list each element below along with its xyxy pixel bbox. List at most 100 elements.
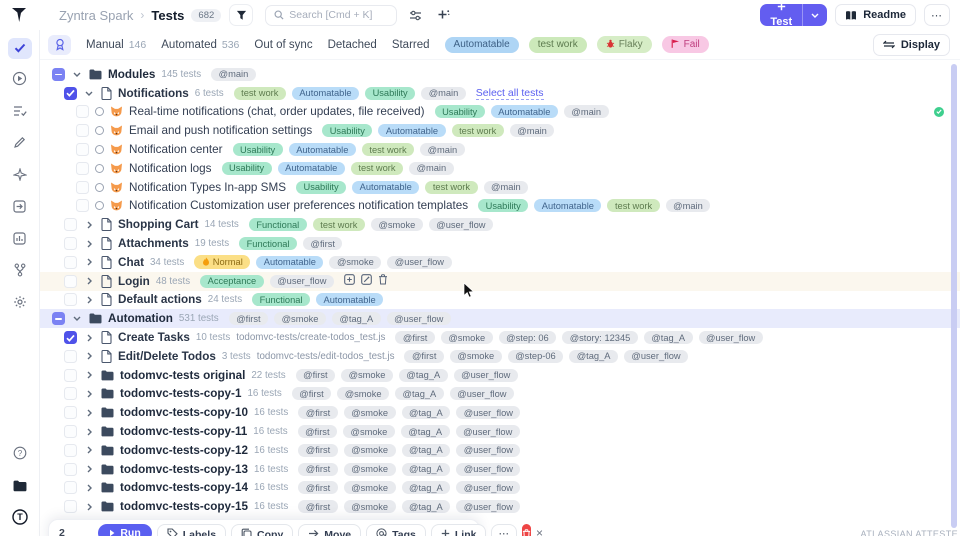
row-checkbox[interactable] [64, 350, 77, 363]
readme-button[interactable]: Readme [835, 4, 916, 26]
row-tag[interactable]: @tag_A [569, 350, 618, 363]
link-button[interactable]: Link [431, 524, 487, 536]
edit-square-icon[interactable] [361, 272, 372, 290]
row-tag[interactable]: Usability [365, 87, 415, 100]
app-logo-icon[interactable] [10, 7, 27, 24]
search-input[interactable] [289, 9, 379, 21]
select-all-tests-link[interactable]: Select all tests [476, 87, 544, 100]
row-tag[interactable]: @user_flow [270, 275, 334, 288]
row-tag[interactable]: Automatable [352, 181, 419, 194]
row-tag[interactable]: Automatable [491, 105, 558, 118]
row-tag[interactable]: test work [351, 162, 403, 175]
row-checkbox[interactable] [76, 162, 89, 175]
tree-row[interactable]: Notifications6 teststest workAutomatable… [40, 84, 960, 103]
row-name[interactable]: todomvc-tests-copy-14 [120, 481, 248, 494]
row-checkbox[interactable] [64, 218, 77, 231]
row-tag[interactable]: @tag_A [401, 425, 450, 438]
row-checkbox[interactable] [76, 143, 89, 156]
row-tag[interactable]: @main [211, 68, 256, 81]
row-tag[interactable]: @first [298, 500, 337, 513]
row-name[interactable]: Automation [108, 312, 173, 325]
row-tag[interactable]: @first [298, 481, 337, 494]
row-tag[interactable]: Usability [322, 124, 372, 137]
chevron-right-icon[interactable] [83, 484, 95, 492]
tree-row[interactable]: Automation531 tests@first@smoke@tag_A@us… [40, 309, 960, 328]
row-tag[interactable]: @smoke [343, 425, 395, 438]
row-tag[interactable]: @smoke [337, 387, 389, 400]
filter-item-starred[interactable]: Starred [392, 39, 430, 51]
row-tag[interactable]: @main [666, 199, 711, 212]
row-name[interactable]: Attachments [118, 237, 189, 250]
row-tag[interactable]: @smoke [344, 481, 396, 494]
row-tag[interactable]: Acceptance [200, 275, 264, 288]
status-filter-button[interactable] [48, 35, 71, 55]
tree-row[interactable]: Edit/Delete Todos3 teststodomvc-tests/ed… [40, 347, 960, 366]
row-name[interactable]: todomvc-tests-copy-1 [120, 387, 241, 400]
filter-tag-test-work[interactable]: test work [529, 37, 587, 53]
sidebar-item-analytics[interactable] [8, 230, 32, 251]
row-name[interactable]: todomvc-tests-copy-15 [120, 500, 248, 513]
row-tag[interactable]: @smoke [274, 312, 326, 325]
row-tag[interactable]: test work [607, 199, 659, 212]
tree-row[interactable]: Notification Types In-app SMSUsabilityAu… [40, 178, 960, 197]
chevron-right-icon[interactable] [83, 240, 95, 248]
row-tag[interactable]: Automatable [378, 124, 445, 137]
vertical-scrollbar[interactable] [951, 64, 957, 528]
sidebar-item-help[interactable]: ? [8, 445, 32, 466]
row-tag[interactable]: Normal [194, 255, 250, 269]
row-tag[interactable]: @tag_A [399, 369, 448, 382]
row-tag[interactable]: @first [404, 350, 443, 363]
row-tag[interactable]: @tag_A [402, 481, 451, 494]
row-tag[interactable]: Functional [249, 218, 307, 231]
display-button[interactable]: Display [873, 34, 950, 56]
more-actions-button[interactable]: ⋯ [491, 524, 517, 536]
row-tag[interactable]: @smoke [344, 444, 396, 457]
row-tag[interactable]: @smoke [341, 369, 393, 382]
row-tag[interactable]: test work [234, 87, 286, 100]
row-tag[interactable]: @main [564, 105, 609, 118]
row-tag[interactable]: Automatable [289, 143, 356, 156]
run-button[interactable]: Run [98, 524, 151, 536]
sidebar-item-runs[interactable] [8, 70, 32, 91]
filter-funnel-button[interactable] [229, 4, 253, 26]
sidebar-item-import[interactable] [8, 198, 32, 219]
add-test-split-button[interactable]: Test [760, 4, 827, 26]
chevron-right-icon[interactable] [83, 390, 95, 398]
filter-item-manual[interactable]: Manual146 [86, 39, 146, 51]
tree-row[interactable]: Login48 testsAcceptance@user_flow [40, 272, 960, 291]
tree-row[interactable]: todomvc-tests-copy-1416 tests@first@smok… [40, 479, 960, 498]
sidebar-item-profile[interactable]: T [8, 509, 32, 530]
adjustments-button[interactable] [405, 5, 425, 25]
row-tag[interactable]: @story: 12345 [562, 331, 638, 344]
tree-row[interactable]: Attachments19 testsFunctional@first [40, 234, 960, 253]
row-name[interactable]: Notification Customization user preferen… [129, 199, 468, 212]
breadcrumb-project[interactable]: Zyntra Spark [59, 8, 133, 23]
row-tag[interactable]: Automatable [256, 256, 323, 269]
search-box[interactable] [265, 5, 397, 26]
row-checkbox[interactable] [64, 237, 77, 250]
trash-icon[interactable] [378, 272, 388, 290]
row-name[interactable]: Email and push notification settings [129, 124, 312, 137]
row-checkbox[interactable] [64, 500, 77, 513]
sidebar-item-branch[interactable] [8, 262, 32, 283]
sidebar-item-plane[interactable] [8, 166, 32, 187]
row-tag[interactable]: @smoke [441, 331, 493, 344]
row-name[interactable]: todomvc-tests-copy-10 [120, 406, 248, 419]
row-name[interactable]: Modules [108, 68, 155, 81]
row-tag[interactable]: @tag_A [402, 463, 451, 476]
selected-suites-link[interactable]: 2 suites [57, 524, 93, 536]
tree-row[interactable]: Modules145 tests@main [40, 65, 960, 84]
row-tag[interactable]: Functional [252, 293, 310, 306]
row-tag[interactable]: @smoke [450, 350, 502, 363]
row-name[interactable]: todomvc-tests-copy-13 [120, 463, 248, 476]
tree-row[interactable]: Shopping Cart14 testsFunctionaltest work… [40, 215, 960, 234]
row-checkbox[interactable] [64, 256, 77, 269]
delete-button[interactable] [522, 524, 531, 536]
filter-item-out-of-sync[interactable]: Out of sync [254, 39, 312, 51]
chevron-right-icon[interactable] [83, 258, 95, 266]
plus-square-icon[interactable] [344, 272, 355, 290]
row-tag[interactable]: Automatable [292, 87, 359, 100]
row-tag[interactable]: @user_flow [450, 387, 514, 400]
row-tag[interactable]: @first [298, 406, 337, 419]
row-name[interactable]: Notification Types In-app SMS [129, 181, 286, 194]
